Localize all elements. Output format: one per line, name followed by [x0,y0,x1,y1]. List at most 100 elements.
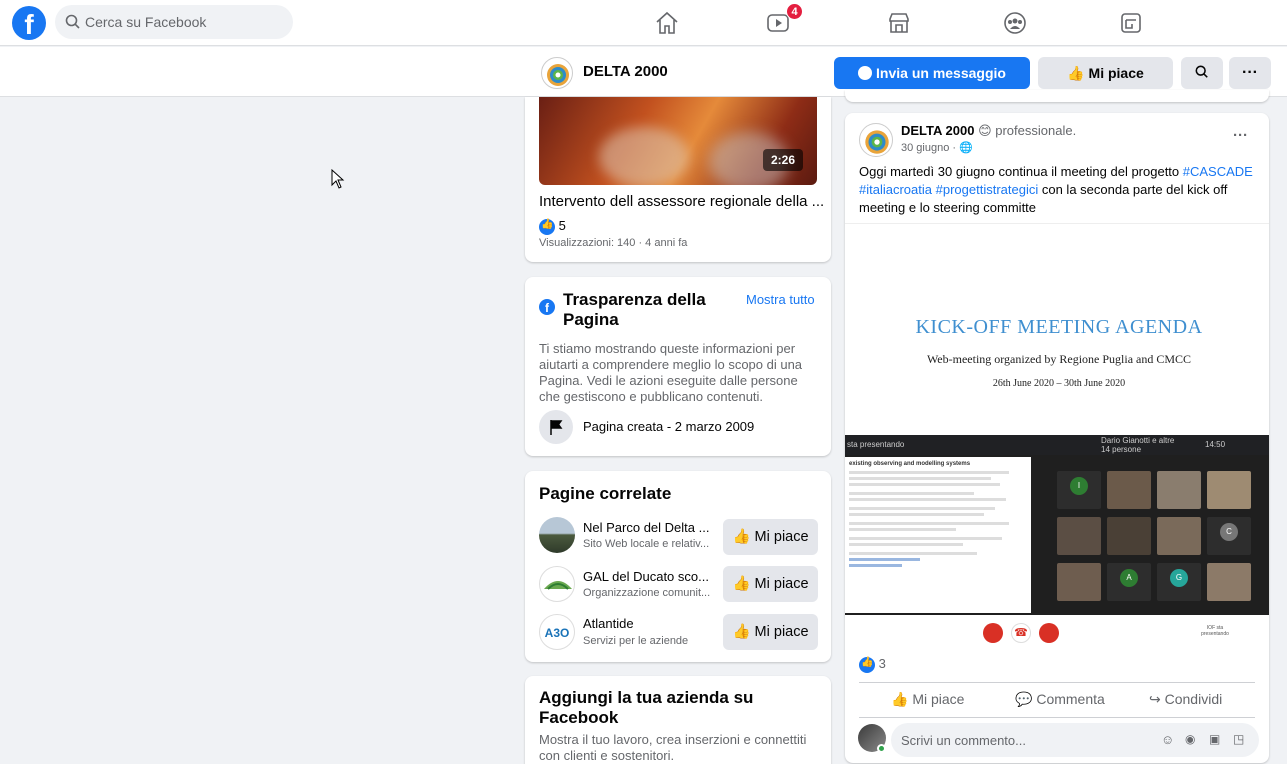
comment-row: ☺ ◉ ▣ ◳ [845,723,1269,759]
page-like-button[interactable]: 👍 Mi piace [1038,57,1173,89]
post-author-avatar[interactable] [859,123,893,157]
page-avatar[interactable] [541,57,573,89]
comment-icon: 💬 [1015,691,1033,707]
send-message-button[interactable]: Invia un messaggio [834,57,1030,89]
post-text-part: Oggi martedì 30 giugno continua il meeti… [859,164,1183,179]
page-search-button[interactable] [1181,57,1223,89]
camera-icon[interactable]: ◉ [1185,732,1195,746]
related-page-category: Sito Web locale e relativ... [583,538,710,550]
participant-tile [1157,517,1201,555]
post-comment-label: Commenta [1036,691,1105,707]
groups-icon[interactable] [1002,10,1028,36]
comment-input[interactable] [901,723,1151,757]
participant-tile [1107,471,1151,509]
more-options-button[interactable]: ··· [1229,57,1271,89]
facebook-icon: f [539,299,555,315]
meeting-controls: ☎ IOF sta presentando [845,615,1269,647]
video-reactions[interactable]: 5 [539,218,566,235]
emoji-icon[interactable]: ☺ [1161,732,1174,747]
participant-tile: C [1207,517,1251,555]
gal-logo-icon [544,581,572,590]
gif-icon[interactable]: ▣ [1209,732,1220,746]
meeting-participants: Dario Gianotti e altre 14 persone [1101,436,1175,454]
post-share-button[interactable]: ↪ Condividi [1149,691,1222,708]
post-author[interactable]: DELTA 2000 [901,123,974,138]
post-feeling: 😊 professionale. [978,123,1077,138]
meeting-time: 14:50 [1205,440,1226,449]
see-all-link[interactable]: Mostra tutto [746,292,815,307]
video-title[interactable]: Intervento dell assessore regionale dell… [539,193,824,210]
delta-logo-icon [547,64,569,86]
like-label: Mi piace [754,624,809,640]
facebook-logo-icon[interactable]: f [12,6,46,40]
video-off-icon [1039,623,1059,643]
meeting-top-bar: sta presentando Dario Gianotti e altre 1… [845,435,1269,455]
post-like-button[interactable]: 👍 Mi piace [891,691,964,708]
page-like-label: Mi piace [1088,65,1144,81]
flag-icon [539,410,573,444]
hashtag-link[interactable]: #progettistrategici [936,182,1039,197]
related-page-avatar[interactable]: A3O [539,614,575,650]
post-header: DELTA 2000 😊 professionale. [901,123,1076,139]
meeting-shared-document: existing observing and modelling systems [845,457,1031,613]
divider [859,682,1255,683]
participant-tile [1057,517,1101,555]
hangup-icon: ☎ [1011,623,1031,643]
post-card: DELTA 2000 😊 professionale. 30 giugno · … [845,113,1269,763]
hashtag-link[interactable]: #italiacroatia [859,182,932,197]
post-more-icon[interactable]: ··· [1233,127,1248,144]
transparency-description: Ti stiamo mostrando queste informazioni … [539,341,803,404]
page-transparency-card: f Trasparenza della Pagina Mostra tutto … [525,277,831,456]
related-page-like-button[interactable]: 👍 Mi piace [723,614,818,650]
agenda-subtitle: Web-meeting organized by Regione Puglia … [926,352,1192,366]
thumbs-up-icon: 👍 [732,624,751,640]
post-comment-button[interactable]: 💬 Commenta [1015,691,1105,708]
related-page-avatar[interactable] [539,566,575,602]
video-duration: 2:26 [763,149,803,171]
participant-tile [1057,563,1101,601]
hashtag-link[interactable]: #CASCADE [1183,164,1253,179]
related-page-category: Organizzazione comunit... [583,587,711,599]
home-icon[interactable] [654,10,680,36]
post-date[interactable]: 30 giugno · 🌐 [901,141,973,154]
previous-post-edge [845,90,1269,102]
online-status-icon [877,744,886,753]
add-business-card: Aggiungi la tua azienda su Facebook Most… [525,676,831,764]
send-message-label: Invia un messaggio [876,65,1006,81]
transparency-title: Trasparenza della Pagina [563,290,706,329]
thumbs-up-icon: 👍 [1067,65,1085,81]
participant-tile: G [1157,563,1201,601]
participant-tile [1207,471,1251,509]
search-input[interactable] [85,5,285,39]
thumbs-up-icon: 👍 [732,576,751,592]
video-thumbnail[interactable]: 2:26 [539,97,817,185]
post-text: Oggi martedì 30 giugno continua il meeti… [859,163,1259,217]
participant-tile [1107,517,1151,555]
search-bar[interactable] [55,5,293,39]
video-card: 2:26 Intervento dell assessore regionale… [525,97,831,262]
comment-box[interactable]: ☺ ◉ ▣ ◳ [891,723,1259,757]
post-share-label: Condividi [1164,691,1223,707]
presenting-label: IOF sta presentando [1201,625,1229,637]
like-label: Mi piace [754,529,809,545]
related-page-avatar[interactable] [539,517,575,553]
related-page-like-button[interactable]: 👍 Mi piace [723,566,818,602]
related-page-name[interactable]: Nel Parco del Delta ... [583,520,709,535]
related-page-name[interactable]: Atlantide [583,616,634,631]
related-page-like-button[interactable]: 👍 Mi piace [723,519,818,555]
gaming-icon[interactable] [1118,10,1144,36]
related-pages-title: Pagine correlate [539,484,672,503]
meeting-screenshot[interactable]: sta presentando Dario Gianotti e altre 1… [845,435,1269,647]
marketplace-icon[interactable] [886,10,912,36]
watch-notification-badge: 4 [786,3,803,20]
post-reactions[interactable]: 3 [859,656,886,673]
sticker-icon[interactable]: ◳ [1233,732,1244,746]
participant-tile: A [1107,563,1151,601]
thumbs-up-icon: 👍 [891,691,909,707]
doc-heading: existing observing and modelling systems [849,461,971,467]
related-page-name[interactable]: GAL del Ducato sco... [583,569,709,584]
agenda-image[interactable]: KICK-OFF MEETING AGENDA Web-meeting orga… [845,223,1269,435]
search-icon [65,14,80,29]
add-business-description: Mostra il tuo lavoro, crea inserzioni e … [539,732,807,763]
mute-icon [983,623,1003,643]
